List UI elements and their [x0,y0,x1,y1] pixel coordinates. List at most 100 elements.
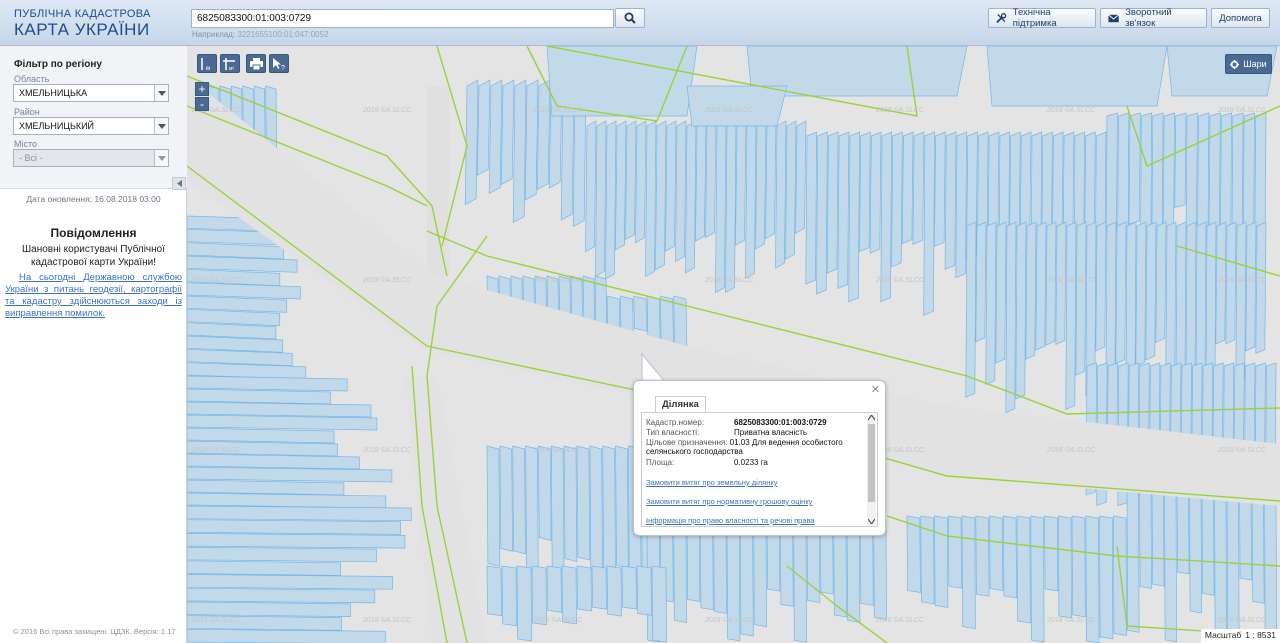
land-parcel[interactable] [833,525,847,618]
land-parcel[interactable] [550,445,565,572]
land-parcel[interactable] [187,628,386,643]
land-parcel[interactable] [1005,221,1017,414]
land-parcel[interactable] [1151,485,1165,587]
measure-area-button[interactable]: м² [220,54,240,73]
land-parcel[interactable] [187,479,345,496]
land-parcel[interactable] [625,120,637,241]
land-parcel[interactable] [187,414,378,431]
land-parcel[interactable] [753,525,767,628]
land-parcel[interactable] [476,79,491,176]
land-parcel[interactable] [934,131,946,247]
land-parcel[interactable] [1105,112,1118,234]
land-parcel[interactable] [605,120,617,280]
land-parcel[interactable] [859,131,871,253]
land-parcel[interactable] [995,221,1007,364]
land-parcel[interactable] [1115,221,1127,365]
land-parcel[interactable] [989,515,1004,592]
land-parcel[interactable] [1242,112,1255,239]
land-parcel[interactable] [912,131,925,245]
land-parcel[interactable] [591,565,607,610]
land-parcel[interactable] [1189,485,1202,614]
land-parcel[interactable] [975,221,987,343]
land-parcel[interactable] [1214,485,1227,633]
identify-button[interactable]: ? [269,54,289,73]
land-parcel[interactable] [645,120,657,277]
land-parcel[interactable] [1099,515,1114,640]
zoom-in-button[interactable]: + [195,82,209,96]
land-parcel[interactable] [735,120,747,246]
technical-support-button[interactable]: Технічна підтримка [988,7,1096,29]
feedback-button[interactable]: Зворотний зв'язок [1100,7,1207,29]
land-parcel[interactable] [986,46,1168,107]
land-parcel[interactable] [585,120,597,253]
land-parcel[interactable] [1025,221,1037,360]
land-parcel[interactable] [961,515,976,630]
land-parcel[interactable] [1030,515,1045,643]
land-parcel[interactable] [187,401,372,418]
land-parcel[interactable] [524,79,539,201]
land-parcel[interactable] [846,525,861,623]
search-button[interactable] [615,8,645,28]
land-parcel[interactable] [500,79,515,186]
land-parcel[interactable] [1185,112,1198,229]
land-parcel[interactable] [525,445,539,574]
scroll-thumb[interactable] [868,424,875,502]
land-parcel[interactable] [906,515,921,593]
land-parcel[interactable] [187,453,360,470]
land-parcel[interactable] [944,131,957,270]
land-parcel[interactable] [816,131,828,295]
land-parcel[interactable] [561,565,577,625]
help-button[interactable]: Допомога [1211,8,1270,28]
land-parcel[interactable] [1165,221,1177,373]
land-parcel[interactable] [745,120,757,279]
land-parcel[interactable] [848,131,860,303]
land-parcel[interactable] [675,120,687,262]
land-parcel[interactable] [536,79,551,191]
land-parcel[interactable] [187,601,351,617]
region-select[interactable]: ХМЕЛЬНИЦЬКА [13,84,169,102]
land-parcel[interactable] [546,565,562,613]
land-parcel[interactable] [755,120,767,250]
order-valuation-extract-link[interactable]: Замовити витяг про нормативну грошову оц… [646,497,812,506]
land-parcel[interactable] [538,445,552,541]
land-parcel[interactable] [826,131,839,274]
land-parcel[interactable] [621,565,637,610]
land-parcel[interactable] [576,565,592,612]
order-parcel-extract-link[interactable]: Замовити витяг про земельну ділянку [646,478,778,487]
land-parcel[interactable] [699,525,714,611]
cadastral-map-canvas[interactable]: 2018 ©A.SLCC 2018 ©A.SLCC 2018 ©A.SLCC 2018… [187,46,1280,643]
land-parcel[interactable] [187,388,331,405]
land-parcel[interactable] [1245,221,1257,352]
land-parcel[interactable] [1016,515,1031,624]
land-parcel[interactable] [187,574,394,590]
land-parcel[interactable] [1015,221,1027,400]
land-parcel[interactable] [923,131,935,316]
ownership-info-link[interactable]: Інформація про право власності та речові… [646,516,815,525]
land-parcel[interactable] [1126,485,1140,633]
land-parcel[interactable] [1095,221,1107,352]
land-parcel[interactable] [187,533,406,549]
land-parcel[interactable] [187,587,376,604]
land-parcel[interactable] [486,565,502,617]
land-parcel[interactable] [934,515,949,608]
land-parcel[interactable] [1112,515,1127,636]
land-parcel[interactable] [187,466,393,483]
land-parcel[interactable] [187,505,412,522]
collapse-sidebar-button[interactable] [172,177,186,190]
land-parcel[interactable] [486,445,501,567]
notice-link[interactable]: На сьогодні Державною службою України з … [5,272,182,320]
land-parcel[interactable] [965,221,977,398]
land-parcel[interactable] [686,525,701,602]
land-parcel[interactable] [589,445,603,573]
land-parcel[interactable] [947,515,962,589]
land-parcel[interactable] [673,525,687,623]
land-parcel[interactable] [187,560,341,576]
land-parcel[interactable] [646,295,661,343]
map-view[interactable]: 2018 ©A.SLCC 2018 ©A.SLCC 2018 ©A.SLCC 2018… [187,46,1280,643]
print-button[interactable] [246,54,266,73]
land-parcel[interactable] [1164,485,1177,643]
land-parcel[interactable] [1208,112,1221,237]
land-parcel[interactable] [512,79,527,224]
land-parcel[interactable] [819,525,834,595]
land-parcel[interactable] [985,221,997,386]
